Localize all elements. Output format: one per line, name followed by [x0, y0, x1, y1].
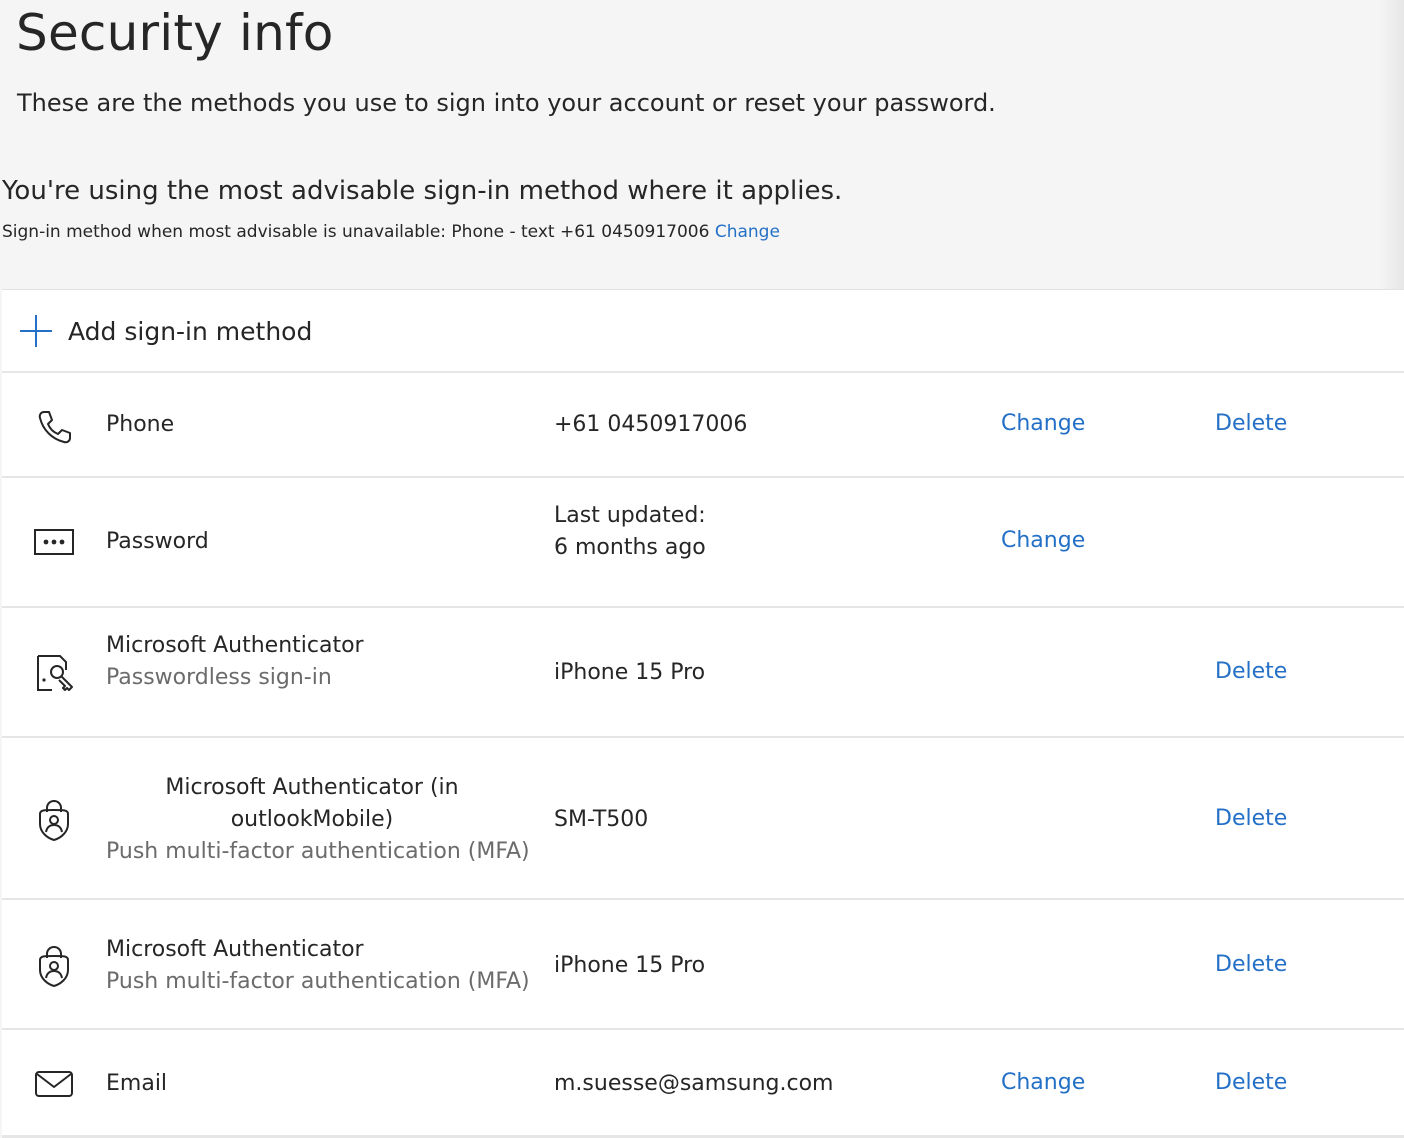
method-value: iPhone 15 Pro: [554, 660, 706, 685]
phone-icon: [38, 411, 71, 444]
method-value: SM-T500: [554, 807, 649, 832]
fallback-change-link[interactable]: Change: [715, 222, 780, 242]
plus-icon: [20, 315, 52, 347]
method-subtitle: Push multi-factor authentication (MFA): [106, 839, 530, 864]
change-password-link[interactable]: Change: [1001, 525, 1085, 557]
add-sign-in-method-label: Add sign-in method: [68, 317, 313, 346]
method-row-phone: Phone +61 0450917006 Change Delete: [2, 372, 1404, 478]
method-value: m.suesse@samsung.com: [554, 1071, 834, 1096]
method-name-block: Microsoft Authenticator (in outlookMobil…: [106, 772, 518, 836]
delete-phone-link[interactable]: Delete: [1215, 408, 1287, 440]
method-row-email: Email m.suesse@samsung.com Change Delete: [2, 1030, 1404, 1138]
password-last-updated-label: Last updated:: [554, 503, 706, 528]
change-phone-link[interactable]: Change: [1001, 408, 1085, 440]
add-sign-in-method-button[interactable]: Add sign-in method: [2, 290, 1404, 373]
method-row-authenticator-mfa: Microsoft Authenticator Push multi-facto…: [2, 900, 1404, 1030]
authenticator-lock-icon: [39, 945, 69, 988]
method-name: Phone: [106, 412, 175, 437]
method-value: iPhone 15 Pro: [554, 953, 706, 978]
delete-authenticator-outlook-link[interactable]: Delete: [1215, 803, 1287, 835]
method-row-authenticator-outlook: Microsoft Authenticator (in outlookMobil…: [2, 738, 1404, 900]
email-icon: [35, 1071, 73, 1097]
passwordless-key-icon: [37, 655, 73, 691]
delete-authenticator-passwordless-link[interactable]: Delete: [1215, 656, 1287, 688]
method-row-authenticator-passwordless: Microsoft Authenticator Passwordless sig…: [2, 608, 1404, 738]
advisable-method-heading: You're using the most advisable sign-in …: [2, 176, 843, 206]
fallback-method-line: Sign-in method when most advisable is un…: [2, 220, 780, 244]
method-name-line1: Microsoft Authenticator (in: [165, 775, 459, 800]
method-name: Microsoft Authenticator: [106, 633, 364, 658]
page-subtitle: These are the methods you use to sign in…: [17, 89, 996, 117]
method-row-password: Password Last updated: 6 months ago Chan…: [2, 478, 1404, 608]
method-value: +61 0450917006: [554, 412, 748, 437]
method-name: Password: [106, 529, 209, 554]
change-email-link[interactable]: Change: [1001, 1067, 1085, 1099]
authenticator-lock-icon: [39, 799, 69, 842]
password-icon: [34, 529, 74, 555]
method-name: Email: [106, 1071, 168, 1096]
method-name: Microsoft Authenticator: [106, 937, 364, 962]
method-name-line2: outlookMobile): [230, 807, 394, 832]
password-last-updated-value: 6 months ago: [554, 535, 706, 560]
methods-card: Add sign-in method Phone +61 0450917006 …: [2, 289, 1404, 1138]
method-subtitle: Passwordless sign-in: [106, 665, 332, 690]
page-title: Security info: [16, 4, 334, 62]
method-subtitle: Push multi-factor authentication (MFA): [106, 969, 530, 994]
delete-email-link[interactable]: Delete: [1215, 1067, 1287, 1099]
fallback-method-text: Sign-in method when most advisable is un…: [2, 222, 710, 242]
delete-authenticator-mfa-link[interactable]: Delete: [1215, 949, 1287, 981]
